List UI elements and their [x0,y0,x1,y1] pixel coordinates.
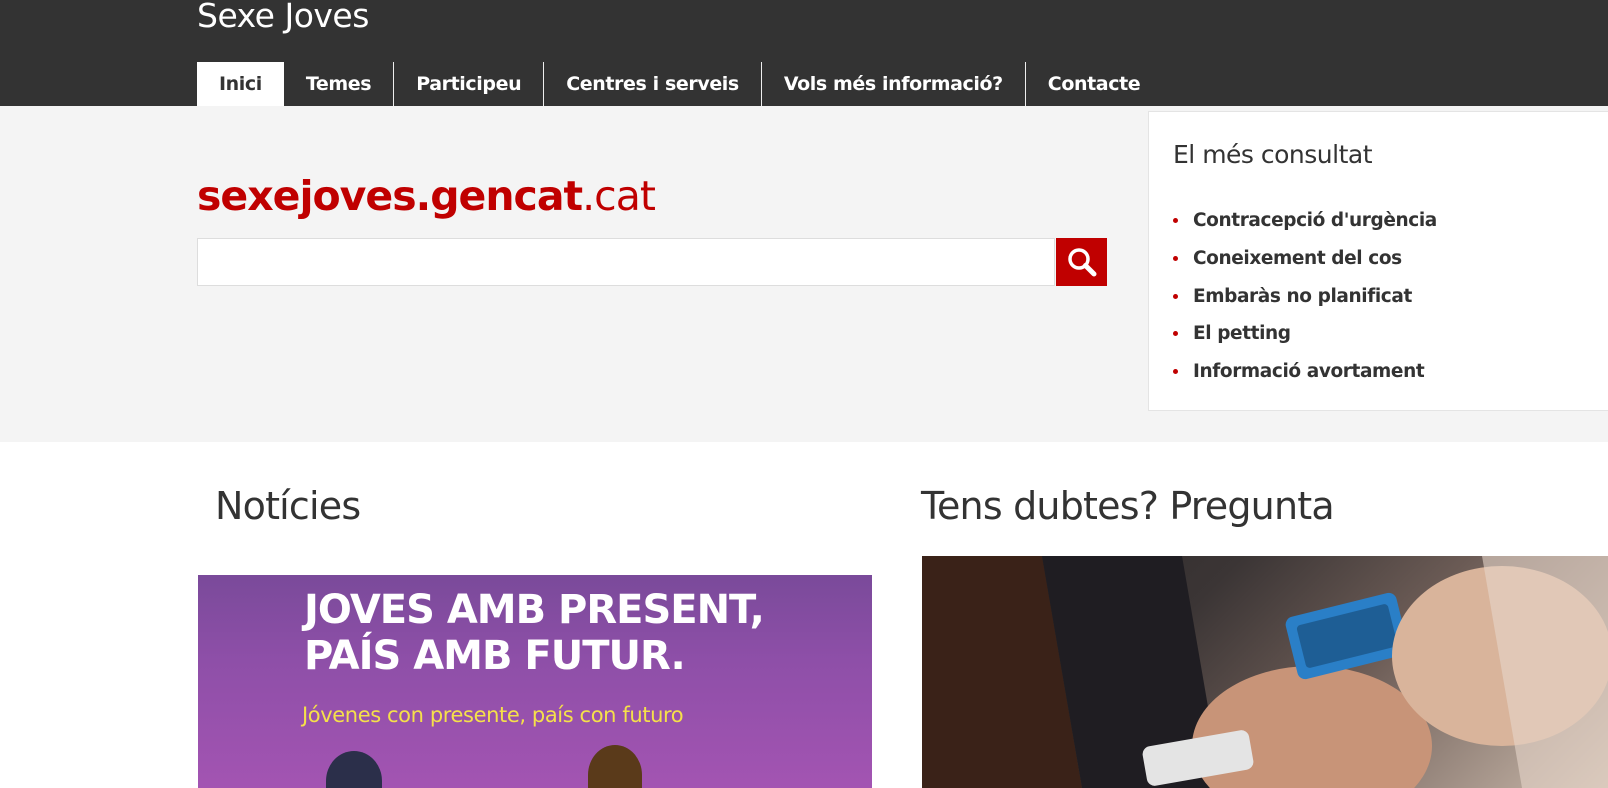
site-logo[interactable]: sexejoves.gencat.cat [197,172,656,220]
banner-line-2: PAÍS AMB FUTUR. [304,633,686,679]
nav-item-contacte[interactable]: Contacte [1024,62,1162,106]
search-icon [1067,248,1096,277]
nav-item-temes[interactable]: Temes [284,62,393,106]
nav-item-centres-i-serveis[interactable]: Centres i serveis [543,62,761,106]
bullet-icon [1173,331,1178,337]
ask-section-title: Tens dubtes? Pregunta [921,484,1335,528]
most-consulted-panel: El més consultat Contracepció d'urgència… [1148,111,1608,411]
nav-item-vols-mes-informacio[interactable]: Vols més informació? [760,62,1025,106]
news-banner-image[interactable]: JOVES AMB PRESENT, PAÍS AMB FUTUR. Jóven… [198,575,872,788]
illustration-figure-left [326,751,382,788]
list-item: Informació avortament [1173,353,1437,391]
banner-line-1: JOVES AMB PRESENT, [304,587,765,633]
ask-photo[interactable] [922,556,1608,788]
search-button[interactable] [1056,238,1107,286]
logo-tld: .cat [582,172,656,220]
site-title[interactable]: Sexe Joves [197,0,369,35]
bullet-icon [1173,369,1178,375]
popular-link-avortament[interactable]: Informació avortament [1193,361,1425,382]
illustration-figure-right [588,745,642,788]
main-nav: Inici Temes Participeu Centres i serveis… [197,62,1162,106]
popular-link-embaras[interactable]: Embaràs no planificat [1193,286,1412,307]
list-item: Contracepció d'urgència [1173,202,1437,240]
popular-link-contracepcio[interactable]: Contracepció d'urgència [1193,210,1437,231]
list-item: Embaràs no planificat [1173,277,1437,315]
nav-item-inici[interactable]: Inici [197,62,284,106]
news-section-title: Notícies [215,484,361,528]
phone-photo-illustration [922,556,1608,788]
logo-brand: sexejoves.gencat [197,172,583,220]
most-consulted-list: Contracepció d'urgència Coneixement del … [1173,202,1437,390]
bullet-icon [1173,256,1178,262]
bullet-icon [1173,293,1178,299]
most-consulted-title: El més consultat [1173,140,1373,169]
search-input[interactable] [197,238,1055,286]
banner-subtitle: Jóvenes con presente, país con futuro [302,703,684,727]
list-item: Coneixement del cos [1173,240,1437,278]
hero-section: sexejoves.gencat.cat El més consultat Co… [0,106,1608,442]
list-item: El petting [1173,315,1437,353]
popular-link-coneixement[interactable]: Coneixement del cos [1193,248,1402,269]
banner-headline: JOVES AMB PRESENT, PAÍS AMB FUTUR. [304,587,765,679]
popular-link-petting[interactable]: El petting [1193,323,1291,344]
nav-item-participeu[interactable]: Participeu [393,62,543,106]
bullet-icon [1173,218,1178,224]
site-header: Sexe Joves Inici Temes Participeu Centre… [0,0,1608,106]
